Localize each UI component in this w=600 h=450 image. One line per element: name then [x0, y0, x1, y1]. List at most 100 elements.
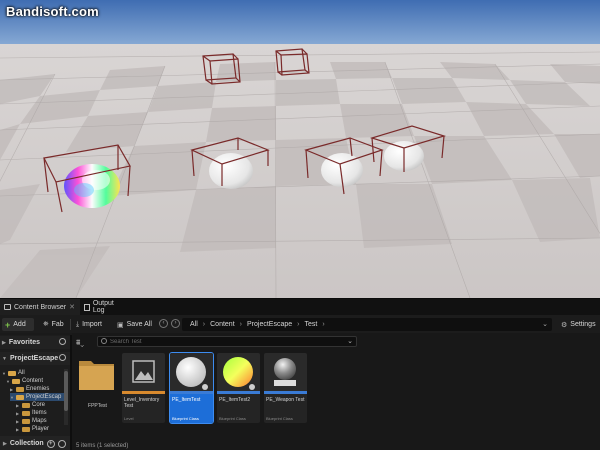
- asset-meta: FPPTest: [76, 394, 119, 423]
- breadcrumb-item[interactable]: Test: [304, 321, 317, 328]
- asset-tile-level[interactable]: Level_Inventory Test Level: [122, 353, 165, 423]
- collapse-arrow-icon: ▼: [6, 378, 10, 384]
- tree-item-label: Enemies: [26, 386, 50, 392]
- color-sphere-icon: [223, 357, 255, 390]
- chevron-right-icon: ›: [297, 321, 300, 328]
- asset-meta: PE_Weapon Test Blueprint Class: [264, 394, 307, 423]
- add-button[interactable]: + Add: [2, 318, 34, 331]
- search-icon[interactable]: [59, 338, 66, 345]
- level-icon: [132, 360, 155, 383]
- project-header[interactable]: ▼ ProjectEscape: [0, 352, 70, 365]
- tree-item-label: Core: [32, 402, 46, 408]
- save-icon: ▣: [117, 321, 124, 329]
- white-sphere-icon: [176, 357, 208, 390]
- folder-icon: [12, 378, 20, 384]
- folder-thumbnail: [76, 353, 119, 394]
- chevron-right-icon: ›: [239, 321, 242, 328]
- folder-icon: [22, 402, 30, 408]
- asset-view: ⩩⌄ ⌄ FPPTest: [72, 333, 600, 450]
- fab-label: Fab: [51, 321, 64, 328]
- output-log-icon: [84, 303, 90, 311]
- project-label: ProjectEscape: [9, 355, 59, 362]
- breadcrumb-item[interactable]: Content: [210, 321, 235, 328]
- item-count-status: 5 items (1 selected): [76, 443, 129, 449]
- tree-item-content[interactable]: ▼ Content: [6, 377, 43, 385]
- chevron-down-icon[interactable]: ⌄: [542, 320, 548, 328]
- scrollbar-thumb[interactable]: [64, 371, 68, 411]
- tree-item-projectescape[interactable]: ▼ ProjectEscap: [10, 393, 64, 401]
- save-all-label: Save All: [126, 321, 152, 328]
- add-collection-icon[interactable]: +: [46, 439, 55, 448]
- folder-tree: ▼ All ▼ Content ▶ Enemies ▼ ProjectEscap…: [0, 369, 64, 437]
- import-button[interactable]: ⤓ Import: [73, 318, 105, 331]
- content-browser-icon: [4, 304, 11, 310]
- folder-icon: [79, 361, 114, 390]
- expand-arrow-icon: ▶: [3, 440, 7, 447]
- breadcrumb-item[interactable]: ProjectEscape: [247, 321, 292, 328]
- breadcrumb-item[interactable]: All: [190, 321, 198, 328]
- asset-tile-pe-weapon-test[interactable]: PE_Weapon Test Blueprint Class: [264, 353, 307, 423]
- asset-tile-folder[interactable]: FPPTest: [76, 353, 119, 423]
- search-icon[interactable]: [59, 354, 66, 361]
- asset-search: ⌄: [97, 336, 357, 347]
- tree-item-items[interactable]: ▶ Items: [16, 409, 47, 417]
- asset-type: Blueprint Class: [172, 416, 199, 421]
- import-icon: ⤓: [76, 320, 80, 328]
- asset-meta: Level_Inventory Test Level: [122, 394, 165, 423]
- tree-item-enemies[interactable]: ▶ Enemies: [10, 385, 49, 393]
- tree-item-player[interactable]: ▶ Player: [16, 425, 49, 433]
- level-thumbnail: [122, 353, 165, 394]
- chrome-sphere-icon: [274, 358, 296, 386]
- asset-tile-pe-itemtest[interactable]: PE_ItemTest Blueprint Class: [169, 352, 214, 424]
- chevron-down-icon[interactable]: ⌄: [347, 337, 353, 345]
- favorites-header[interactable]: ▶ Favorites: [0, 336, 70, 349]
- tree-scrollbar[interactable]: [64, 369, 68, 425]
- expand-arrow-icon: ▶: [16, 402, 20, 408]
- history-forward-icon[interactable]: ›: [171, 319, 180, 328]
- collapse-arrow-icon: ▼: [2, 370, 6, 376]
- blueprint-thumbnail: [217, 353, 260, 394]
- breadcrumb: All › Content › ProjectEscape › Test › ⌄: [182, 318, 552, 331]
- tree-item-maps[interactable]: ▶ Maps: [16, 417, 47, 425]
- tab-content-browser[interactable]: Content Browser ✕: [0, 299, 80, 315]
- tab-label: Content Browser: [14, 303, 67, 311]
- folder-icon: [22, 410, 30, 416]
- tree-item-label: ProjectEscap: [26, 394, 62, 400]
- asset-name: Level_Inventory Test: [124, 397, 160, 409]
- collections-header[interactable]: ▶ Collection +: [0, 436, 70, 450]
- history-back-icon[interactable]: ‹: [159, 319, 168, 328]
- blueprint-thumbnail: [170, 353, 213, 394]
- blueprint-thumbnail: [264, 353, 307, 394]
- tree-item-label: Player: [32, 426, 50, 432]
- tab-output-log[interactable]: Output Log: [80, 299, 130, 315]
- level-viewport[interactable]: Bandisoft.com: [0, 0, 600, 298]
- filter-row: ⩩⌄ ⌄: [72, 336, 600, 349]
- tree-item-all[interactable]: ▼ All: [2, 369, 25, 377]
- expand-arrow-icon: ▶: [10, 386, 14, 392]
- toolbar-divider: [70, 319, 71, 330]
- fab-button[interactable]: ⛯ Fab: [40, 318, 67, 331]
- asset-name: PE_ItemTest: [172, 397, 201, 403]
- asset-tile-pe-itemtest2[interactable]: PE_ItemTest2 Blueprint Class: [217, 353, 260, 423]
- search-input[interactable]: [110, 337, 340, 346]
- settings-button[interactable]: ⚙ Settings: [558, 318, 599, 331]
- asset-type: Blueprint Class: [266, 416, 293, 421]
- folder-icon: [8, 370, 16, 376]
- viewport-scene: [0, 0, 600, 298]
- content-browser-panel: Content Browser ✕ Output Log + Add ⛯ Fab…: [0, 298, 600, 450]
- settings-label: Settings: [570, 321, 596, 328]
- search-icon: [101, 338, 107, 344]
- folder-icon: [16, 394, 24, 400]
- tree-item-core[interactable]: ▶ Core: [16, 401, 45, 409]
- gear-icon: ⚙: [561, 321, 568, 329]
- favorites-label: Favorites: [8, 339, 40, 346]
- filter-icon[interactable]: ⩩⌄: [76, 338, 84, 348]
- asset-name: PE_Weapon Test: [266, 397, 305, 403]
- recorder-watermark: Bandisoft.com: [6, 4, 99, 19]
- search-icon[interactable]: [57, 439, 66, 448]
- close-icon[interactable]: ✕: [69, 303, 75, 311]
- save-all-button[interactable]: ▣ Save All: [114, 318, 155, 331]
- expand-arrow-icon: ▶: [2, 339, 6, 346]
- tab-label: Output Log: [92, 300, 114, 314]
- tree-item-label: Maps: [32, 418, 47, 424]
